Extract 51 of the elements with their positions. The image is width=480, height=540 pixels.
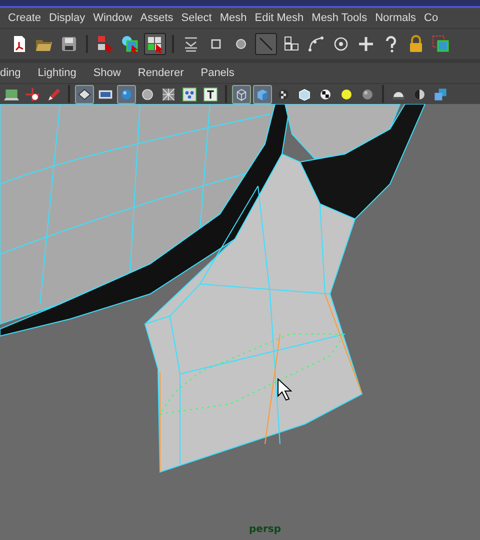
cube-icon <box>297 86 312 102</box>
light-icon <box>339 86 354 102</box>
textured-sphere-icon <box>276 86 291 102</box>
menu-item[interactable]: Co <box>420 12 442 24</box>
menu-item[interactable]: Show <box>93 67 128 79</box>
disc-icon <box>140 86 155 102</box>
curve-icon <box>307 35 325 53</box>
camera-label: persp <box>249 524 281 535</box>
toolbar-button[interactable] <box>144 33 166 55</box>
text-icon <box>203 86 218 102</box>
menu-item[interactable]: Create <box>4 12 46 24</box>
menu-item[interactable]: Display <box>45 12 90 24</box>
toolbar-button[interactable] <box>180 84 199 104</box>
menu-item[interactable]: Renderer <box>138 67 191 79</box>
menu-item[interactable]: Mesh Tools <box>308 12 372 24</box>
layers-icon <box>182 35 200 53</box>
toolbar-button[interactable] <box>201 84 220 104</box>
menu-item[interactable]: Mesh <box>216 12 251 24</box>
mesh-grid-icon <box>161 86 176 102</box>
shaded-cube-icon <box>255 86 270 102</box>
pencil-icon <box>46 86 61 102</box>
menu-item[interactable]: Edit Mesh <box>250 12 308 24</box>
move-icon <box>25 86 40 102</box>
cursor-icon <box>278 378 292 401</box>
component-select-icon <box>146 35 164 53</box>
edge-icon <box>257 35 275 53</box>
save-icon <box>60 35 78 53</box>
face-icon <box>282 35 300 53</box>
checker-sphere-icon <box>318 86 333 102</box>
wire-cube-icon <box>234 86 249 102</box>
menu-item[interactable]: Panels <box>200 67 242 79</box>
object-select-icon <box>121 35 139 53</box>
dots-icon <box>182 86 197 102</box>
lock-icon <box>407 35 425 53</box>
menu-item[interactable]: Lighting <box>38 67 84 79</box>
toolbar-button[interactable] <box>232 84 251 104</box>
menu-item[interactable]: Assets <box>136 12 178 24</box>
hierarchy-select-icon <box>96 35 114 53</box>
select-region-icon <box>432 35 450 53</box>
target-icon <box>332 35 350 53</box>
matte-sphere-icon <box>360 86 375 102</box>
plus-icon <box>357 35 375 53</box>
toolbar-button[interactable] <box>75 84 94 104</box>
menu-item[interactable]: Normals <box>371 12 420 24</box>
menu-item[interactable]: Select <box>177 12 216 24</box>
camera-icon <box>4 86 19 102</box>
stacked-cubes-icon <box>433 86 448 102</box>
menu-item[interactable]: Window <box>89 12 136 24</box>
menu-item[interactable]: ding <box>0 67 28 79</box>
half-sphere-icon <box>412 86 427 102</box>
sphere-icon <box>119 86 134 102</box>
